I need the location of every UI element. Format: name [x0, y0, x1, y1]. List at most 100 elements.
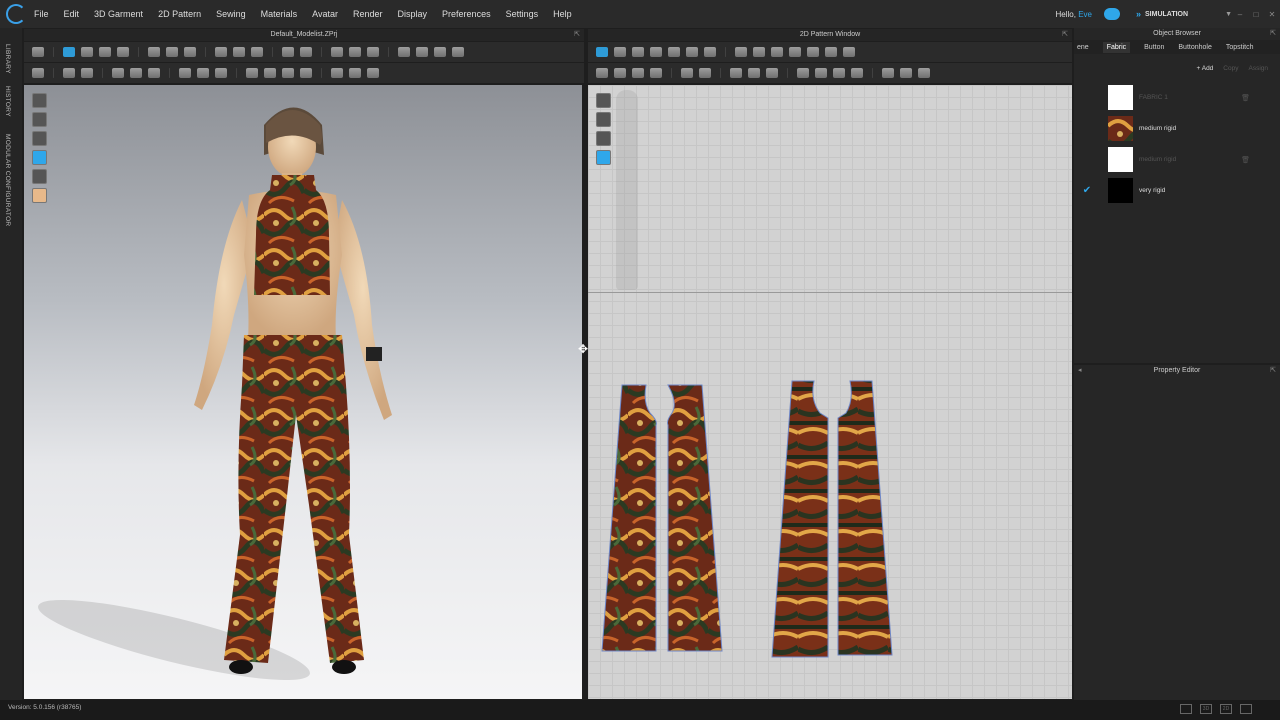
texture-transform-icon[interactable]: [130, 68, 142, 78]
minimize-icon[interactable]: –: [1232, 10, 1248, 19]
zip-icon[interactable]: [282, 47, 294, 57]
snap-icon[interactable]: [246, 68, 258, 78]
edit-curve-point-icon[interactable]: [650, 47, 662, 57]
layout-2d-icon[interactable]: 2D: [1220, 704, 1232, 714]
annotation-icon[interactable]: [251, 47, 263, 57]
rectangle-icon[interactable]: [753, 47, 765, 57]
menu-2d-pattern[interactable]: 2D Pattern: [158, 9, 201, 19]
button-tool-icon[interactable]: [398, 47, 410, 57]
tab-buttonhole[interactable]: Buttonhole: [1178, 44, 1211, 51]
texture-edit-icon[interactable]: [112, 68, 124, 78]
seam-allowance-icon[interactable]: [632, 68, 644, 78]
pattern-fill-icon[interactable]: [215, 68, 227, 78]
line-icon[interactable]: [282, 68, 294, 78]
pin-tool-icon[interactable]: [434, 47, 446, 57]
close-icon[interactable]: ✕: [1264, 10, 1280, 19]
edit-pattern-icon[interactable]: [614, 47, 626, 57]
expand-icon[interactable]: ⇱: [1270, 365, 1276, 377]
circle-icon[interactable]: [771, 47, 783, 57]
cloud-icon[interactable]: [1104, 8, 1120, 20]
cut-icon[interactable]: [452, 47, 464, 57]
buttonhole-tool-icon[interactable]: [416, 47, 428, 57]
measure-icon[interactable]: [233, 47, 245, 57]
polygon-icon[interactable]: [735, 47, 747, 57]
menu-3d-garment[interactable]: 3D Garment: [94, 9, 143, 19]
fitting-icon[interactable]: [331, 47, 343, 57]
avatar-icon[interactable]: [32, 68, 44, 78]
edit-texture-2d-icon[interactable]: [681, 68, 693, 78]
menu-materials[interactable]: Materials: [261, 9, 298, 19]
garment-icon[interactable]: [32, 47, 44, 57]
fabric-list-item[interactable]: medium rigid 🗑: [1074, 144, 1280, 175]
panel-icon[interactable]: [367, 68, 379, 78]
gradient-icon[interactable]: [349, 68, 361, 78]
tab-history[interactable]: HISTORY: [4, 86, 11, 117]
fabric-list-item[interactable]: FABRIC 1 🗑: [1074, 82, 1280, 113]
trim-select-icon[interactable]: [197, 68, 209, 78]
strengthen-icon[interactable]: [367, 47, 379, 57]
pin-icon[interactable]: [184, 47, 196, 57]
collapse-icon[interactable]: ◂: [1078, 365, 1082, 377]
menu-avatar[interactable]: Avatar: [312, 9, 338, 19]
free-topstitch-icon[interactable]: [833, 68, 845, 78]
menu-help[interactable]: Help: [553, 9, 572, 19]
pattern-outline-icon[interactable]: [614, 68, 626, 78]
tab-scene[interactable]: ene: [1077, 44, 1089, 51]
3d-viewport[interactable]: [24, 85, 582, 699]
tab-topstitch[interactable]: Topstitch: [1226, 44, 1254, 51]
fabric-list-item[interactable]: ✔ very rigid: [1074, 175, 1280, 206]
transform-pattern-icon[interactable]: [596, 47, 608, 57]
trash-icon[interactable]: 🗑: [1241, 94, 1250, 102]
tab-fabric[interactable]: Fabric: [1102, 41, 1131, 53]
sewing-check-icon[interactable]: [900, 68, 912, 78]
transform-icon[interactable]: [99, 47, 111, 57]
internal-rectangle-icon[interactable]: [807, 47, 819, 57]
edit-curvature-icon[interactable]: [632, 47, 644, 57]
fabric-list-item[interactable]: medium rigid: [1074, 113, 1280, 144]
arrange-icon[interactable]: [117, 47, 129, 57]
expand-icon[interactable]: ⇱: [574, 29, 580, 41]
topstitch-2d-icon[interactable]: [797, 68, 809, 78]
topstitch-icon[interactable]: [63, 68, 75, 78]
menu-sewing[interactable]: Sewing: [216, 9, 246, 19]
sewing-pair-icon[interactable]: [918, 68, 930, 78]
free-sewing-icon[interactable]: [748, 68, 760, 78]
copy-button[interactable]: Copy: [1223, 65, 1238, 72]
user-greeting[interactable]: Hello, Eve: [1056, 10, 1092, 19]
menu-display[interactable]: Display: [398, 9, 428, 19]
2d-pattern-viewport[interactable]: [588, 85, 1072, 699]
segment-sewing-icon[interactable]: [730, 68, 742, 78]
select-move-icon[interactable]: [63, 47, 75, 57]
segment-topstitch-icon[interactable]: [815, 68, 827, 78]
fold-icon[interactable]: [148, 47, 160, 57]
layout-split-icon[interactable]: [1240, 704, 1252, 714]
puckering-icon[interactable]: [81, 68, 93, 78]
expand-icon[interactable]: ⇱: [1270, 28, 1276, 40]
puckering-2d-icon[interactable]: [851, 68, 863, 78]
menu-preferences[interactable]: Preferences: [442, 9, 491, 19]
menu-settings[interactable]: Settings: [506, 9, 539, 19]
slash-icon[interactable]: [704, 47, 716, 57]
multi-sewing-icon[interactable]: [766, 68, 778, 78]
add-button[interactable]: + Add: [1196, 65, 1213, 72]
tab-button[interactable]: Button: [1144, 44, 1164, 51]
graphic-2d-icon[interactable]: [699, 68, 711, 78]
trim-icon[interactable]: [179, 68, 191, 78]
cut-curve-icon[interactable]: [686, 47, 698, 57]
binding-icon[interactable]: [650, 68, 662, 78]
tack-icon[interactable]: [166, 47, 178, 57]
layer-icon[interactable]: [349, 47, 361, 57]
tab-modular-configurator[interactable]: MODULAR CONFIGURATOR: [4, 134, 11, 226]
shirt-icon[interactable]: [300, 47, 312, 57]
assign-button[interactable]: Assign: [1248, 65, 1268, 72]
menu-edit[interactable]: Edit: [64, 9, 80, 19]
tab-library[interactable]: LIBRARY: [4, 44, 11, 74]
layout-single-icon[interactable]: [1180, 704, 1192, 714]
expand-icon[interactable]: ⇱: [1062, 29, 1068, 41]
maximize-icon[interactable]: □: [1248, 10, 1264, 19]
add-point-icon[interactable]: [668, 47, 680, 57]
trash-icon[interactable]: 🗑: [1241, 156, 1250, 164]
graphic-icon[interactable]: [148, 68, 160, 78]
sphere-icon[interactable]: [264, 68, 276, 78]
menu-file[interactable]: File: [34, 9, 49, 19]
